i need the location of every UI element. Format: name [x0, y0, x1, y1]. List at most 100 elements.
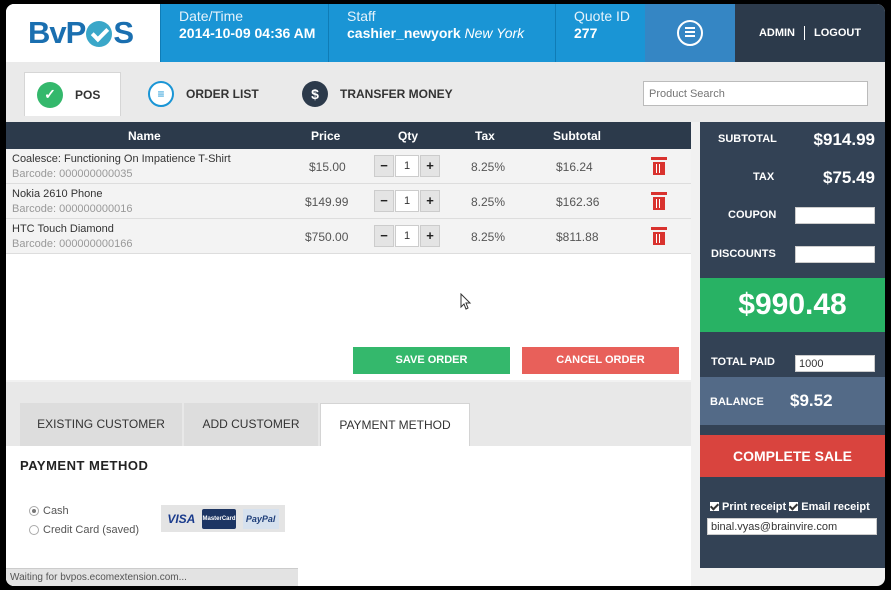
- item-subtotal: $16.24: [556, 160, 593, 174]
- calculator-icon: [677, 20, 703, 46]
- divider: [804, 26, 805, 40]
- complete-sale-button[interactable]: COMPLETE SALE: [700, 435, 885, 477]
- table-header: Name Price Qty Tax Subtotal: [6, 122, 691, 149]
- item-name: Nokia 2610 Phone: [12, 188, 103, 200]
- item-barcode: Barcode: 000000000035: [12, 168, 133, 180]
- payment-method-panel: PAYMENT METHOD Cash Credit Card (saved) …: [6, 446, 691, 586]
- email-receipt-label: Email receipt: [801, 501, 870, 513]
- tab-order-list-label: ORDER LIST: [186, 87, 259, 101]
- datetime-label: Date/Time: [179, 8, 244, 24]
- email-receipt-checkbox[interactable]: Email receipt: [789, 501, 870, 513]
- col-subtotal: Subtotal: [553, 129, 601, 143]
- item-subtotal: $162.36: [556, 195, 600, 209]
- payment-method-title: PAYMENT METHOD: [20, 458, 149, 473]
- item-barcode: Barcode: 000000000166: [12, 238, 133, 250]
- quantity-input[interactable]: 1: [395, 190, 419, 212]
- staff-cell: Staff cashier_newyork New York: [328, 4, 555, 62]
- tab-add-customer[interactable]: ADD CUSTOMER: [184, 403, 318, 446]
- radio-selected-icon: [29, 506, 39, 516]
- delete-icon[interactable]: [651, 192, 667, 210]
- calculator-button[interactable]: [645, 4, 735, 62]
- decrement-button[interactable]: −: [374, 155, 394, 177]
- item-tax: 8.25%: [471, 195, 506, 209]
- cart-icon: ✓: [37, 81, 63, 108]
- item-subtotal: $811.88: [556, 230, 599, 244]
- item-tax: 8.25%: [471, 160, 506, 174]
- staff-location: New York: [464, 25, 525, 41]
- discounts-input[interactable]: [795, 246, 875, 263]
- quantity-input[interactable]: 1: [395, 225, 419, 247]
- discounts-label: DISCOUNTS: [711, 248, 776, 260]
- delete-icon[interactable]: [651, 227, 667, 245]
- balance-value: $9.52: [790, 391, 833, 410]
- subtotal-label: SUBTOTAL: [718, 133, 777, 145]
- top-header: BvP S Date/Time 2014-10-09 04:36 AM Staff…: [6, 4, 885, 62]
- item-price: $750.00: [305, 230, 349, 244]
- quantity-stepper: − 1 +: [374, 225, 440, 247]
- item-tax: 8.25%: [471, 230, 506, 244]
- increment-button[interactable]: +: [420, 190, 440, 212]
- total-paid-label: TOTAL PAID: [711, 356, 775, 368]
- cash-label: Cash: [43, 505, 69, 517]
- coupon-label: COUPON: [728, 209, 777, 221]
- email-receipt-input[interactable]: [707, 518, 877, 535]
- radio-icon: [29, 525, 39, 535]
- quantity-stepper: − 1 +: [374, 155, 440, 177]
- col-name: Name: [128, 129, 161, 143]
- print-receipt-label: Print receipt: [722, 501, 787, 513]
- grand-total: $990.48: [700, 278, 885, 332]
- item-price: $149.99: [305, 195, 349, 209]
- customer-tabs: EXISTING CUSTOMER ADD CUSTOMER PAYMENT M…: [6, 382, 691, 446]
- tax-label: TAX: [753, 171, 775, 183]
- tab-pos[interactable]: ✓ POS: [24, 72, 122, 116]
- cancel-order-button[interactable]: CANCEL ORDER: [522, 347, 679, 374]
- cash-radio[interactable]: Cash: [29, 505, 69, 517]
- tax-value: $75.49: [823, 168, 875, 187]
- item-barcode: Barcode: 000000000016: [12, 203, 133, 215]
- quantity-input[interactable]: 1: [395, 155, 419, 177]
- item-name: HTC Touch Diamond: [12, 223, 114, 235]
- tab-order-list[interactable]: ≡ ORDER LIST: [148, 72, 259, 116]
- increment-button[interactable]: +: [420, 155, 440, 177]
- col-tax: Tax: [475, 129, 495, 143]
- print-receipt-checkbox[interactable]: Print receipt: [710, 501, 786, 513]
- checkbox-checked-icon: [710, 502, 719, 511]
- item-price: $15.00: [309, 160, 346, 174]
- decrement-button[interactable]: −: [374, 225, 394, 247]
- tab-pos-label: POS: [75, 87, 101, 102]
- staff-label: Staff: [347, 8, 376, 24]
- table-row: HTC Touch Diamond Barcode: 000000000166 …: [6, 219, 691, 254]
- tab-payment-method[interactable]: PAYMENT METHOD: [320, 403, 470, 446]
- total-paid-input[interactable]: [795, 355, 875, 372]
- cart-table: Name Price Qty Tax Subtotal Coalesce: Fu…: [6, 122, 691, 380]
- item-name: Coalesce: Functioning On Impatience T-Sh…: [12, 153, 231, 165]
- tab-transfer-money[interactable]: $ TRANSFER MONEY: [302, 72, 453, 116]
- quote-value: 277: [574, 25, 598, 41]
- money-icon: $: [302, 81, 328, 107]
- browser-status-bar: Waiting for bvpos.ecomextension.com...: [6, 568, 298, 586]
- admin-link[interactable]: ADMIN: [759, 27, 795, 39]
- table-row: Nokia 2610 Phone Barcode: 000000000016 $…: [6, 184, 691, 219]
- receipt-options: Print receipt Email receipt: [710, 501, 870, 513]
- tab-existing-customer[interactable]: EXISTING CUSTOMER: [20, 403, 182, 446]
- table-row: Coalesce: Functioning On Impatience T-Sh…: [6, 149, 691, 184]
- increment-button[interactable]: +: [420, 225, 440, 247]
- logout-link[interactable]: LOGOUT: [814, 27, 861, 39]
- paypal-logo: PayPal: [242, 508, 279, 529]
- checkbox-checked-icon: [789, 502, 799, 511]
- save-order-button[interactable]: SAVE ORDER: [353, 347, 510, 374]
- col-qty: Qty: [398, 129, 419, 143]
- tab-transfer-money-label: TRANSFER MONEY: [340, 87, 453, 101]
- product-search-input[interactable]: [643, 81, 868, 106]
- staff-name: cashier_newyork: [347, 25, 461, 41]
- coupon-input[interactable]: [795, 207, 875, 224]
- quote-cell: Quote ID 277: [555, 4, 645, 62]
- subtotal-value: $914.99: [813, 130, 875, 149]
- credit-card-radio[interactable]: Credit Card (saved): [29, 524, 139, 536]
- app-window: BvP S Date/Time 2014-10-09 04:36 AM Staff…: [6, 4, 885, 586]
- card-logos: VISA MasterCard PayPal: [161, 505, 285, 532]
- delete-icon[interactable]: [651, 157, 667, 175]
- list-icon: ≡: [148, 81, 174, 107]
- decrement-button[interactable]: −: [374, 190, 394, 212]
- quote-label: Quote ID: [574, 8, 631, 24]
